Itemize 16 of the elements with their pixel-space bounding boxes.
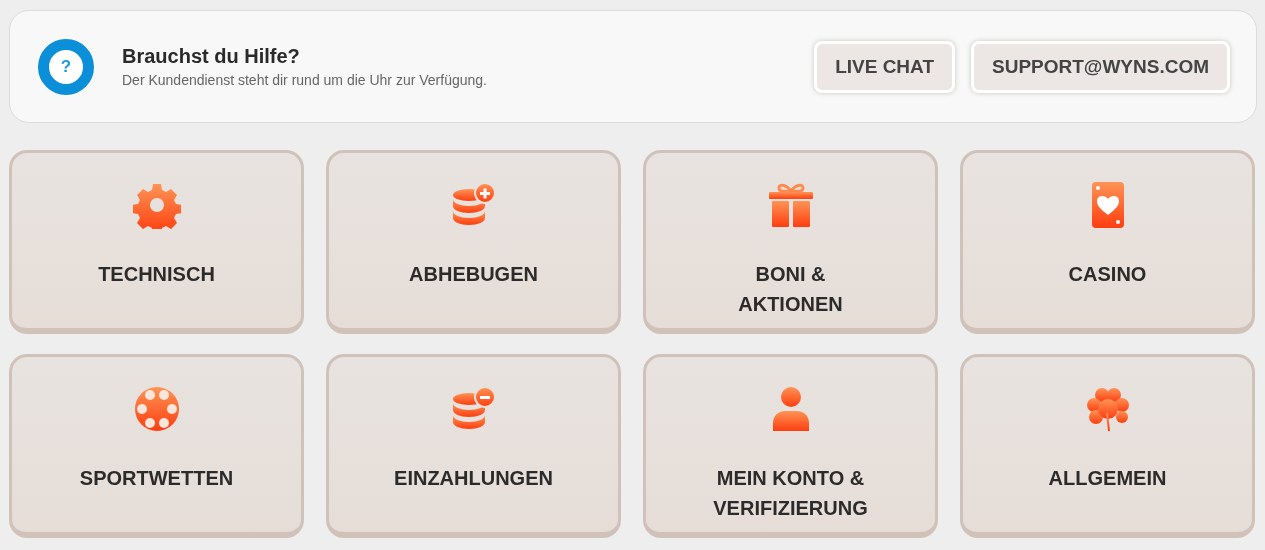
- category-card[interactable]: BONI & AKTIONEN: [643, 150, 938, 334]
- live-chat-button[interactable]: LIVE CHAT: [814, 40, 955, 93]
- category-card[interactable]: CASINO: [960, 150, 1255, 334]
- gift-icon: [766, 181, 815, 229]
- category-card[interactable]: MEIN KONTO & VERIFIZIERUNG: [643, 354, 938, 538]
- help-icon: ?: [38, 38, 94, 95]
- category-card[interactable]: ABHEBUGEN: [326, 150, 621, 334]
- help-title: Brauchst du Hilfe?: [122, 45, 301, 68]
- gear-icon: [132, 181, 181, 229]
- football-icon: [132, 385, 181, 433]
- category-card[interactable]: SPORTWETTEN: [9, 354, 304, 538]
- category-card[interactable]: ALLGEMEIN: [960, 354, 1255, 538]
- category-card[interactable]: TECHNISCH: [9, 150, 304, 334]
- category-card[interactable]: EINZAHLUNGEN: [326, 354, 621, 538]
- help-subtitle: Der Kundendienst steht dir rund um die Uhr zur Verfügung.: [122, 72, 488, 88]
- email-button[interactable]: SUPPORT@WYNS.COM: [971, 40, 1230, 93]
